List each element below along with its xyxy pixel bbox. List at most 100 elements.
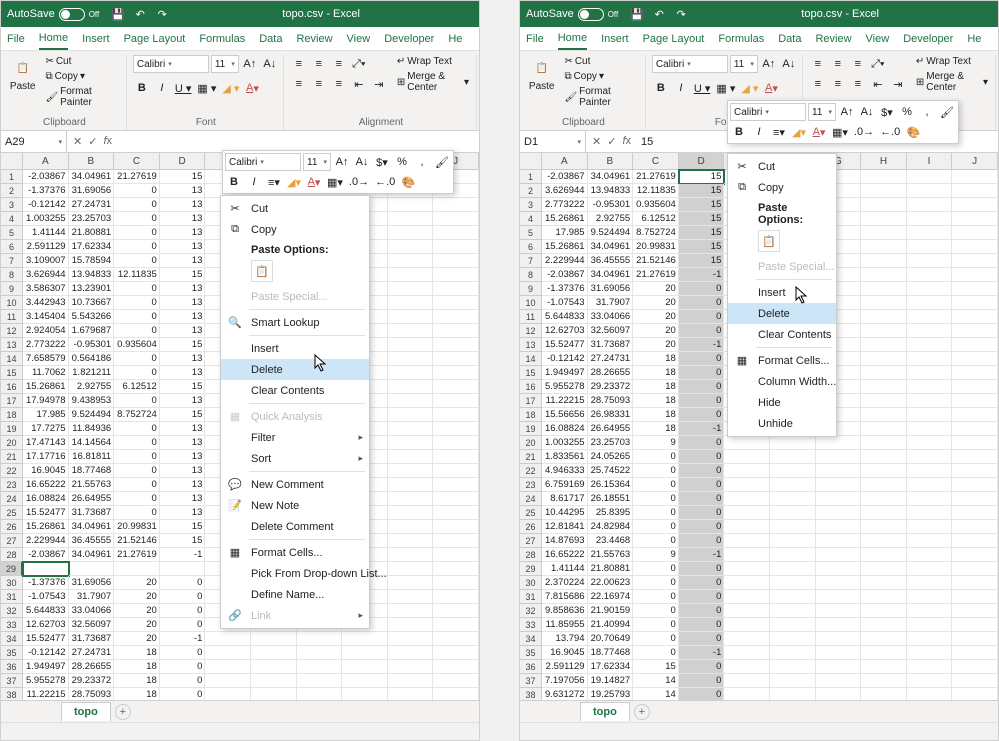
- cell[interactable]: 15.26861: [542, 212, 588, 226]
- cell[interactable]: [861, 632, 907, 646]
- add-sheet-button[interactable]: +: [115, 704, 131, 720]
- cell[interactable]: 31.73687: [69, 506, 115, 520]
- cell[interactable]: [861, 464, 907, 478]
- row-header[interactable]: 23: [1, 478, 23, 492]
- decrease-decimal-icon[interactable]: ←.0: [373, 173, 397, 191]
- cell[interactable]: 21.55763: [588, 548, 634, 562]
- cell[interactable]: 0: [633, 618, 679, 632]
- cell[interactable]: [388, 688, 434, 700]
- grow-font-icon[interactable]: A↑: [838, 103, 856, 121]
- cell[interactable]: [861, 646, 907, 660]
- cell[interactable]: 21.90159: [588, 604, 634, 618]
- cell[interactable]: [907, 590, 953, 604]
- ctx-format-cells[interactable]: ▦Format Cells...: [728, 350, 836, 371]
- row-header[interactable]: 36: [520, 660, 542, 674]
- cell[interactable]: 23.25703: [69, 212, 115, 226]
- comma-icon[interactable]: ,: [413, 153, 431, 171]
- font-color-button[interactable]: A▾: [305, 173, 323, 191]
- row-header[interactable]: 17: [520, 394, 542, 408]
- tab-formulas[interactable]: Formulas: [718, 29, 764, 49]
- cell[interactable]: 0: [679, 506, 725, 520]
- cell[interactable]: [724, 478, 770, 492]
- row-header[interactable]: 34: [1, 632, 23, 646]
- cell[interactable]: 28.75093: [69, 688, 115, 700]
- cell[interactable]: 20: [633, 338, 679, 352]
- enter-formula-icon[interactable]: ✓: [607, 135, 616, 148]
- cell[interactable]: [433, 562, 479, 576]
- ctx-link[interactable]: 🔗Link▸: [221, 605, 369, 626]
- cell[interactable]: 18: [633, 408, 679, 422]
- cell[interactable]: 21.80881: [588, 562, 634, 576]
- cell[interactable]: 26.64955: [69, 492, 115, 506]
- row-header[interactable]: 18: [520, 408, 542, 422]
- row-header[interactable]: 20: [520, 436, 542, 450]
- tab-formulas[interactable]: Formulas: [199, 29, 245, 49]
- cell[interactable]: [907, 478, 953, 492]
- cell[interactable]: 9.631272: [542, 688, 588, 700]
- cell[interactable]: 13: [160, 324, 206, 338]
- cell[interactable]: 7.815686: [542, 590, 588, 604]
- merge-center-button[interactable]: ⊞ Merge & Center ▾: [394, 70, 472, 94]
- cell[interactable]: [433, 520, 479, 534]
- cell[interactable]: 15.52477: [542, 338, 588, 352]
- cell[interactable]: [861, 268, 907, 282]
- wrap-text-button[interactable]: ↵ Wrap Text: [394, 55, 455, 68]
- cell[interactable]: 29.23372: [69, 674, 115, 688]
- shrink-font-icon[interactable]: A↓: [353, 153, 371, 171]
- cell[interactable]: -0.95301: [588, 198, 634, 212]
- cell[interactable]: -2.03867: [23, 170, 69, 184]
- shrink-font-icon[interactable]: A↓: [780, 55, 798, 73]
- cell[interactable]: [952, 240, 998, 254]
- cell[interactable]: 12.81841: [542, 520, 588, 534]
- cell[interactable]: [861, 506, 907, 520]
- cell[interactable]: [907, 268, 953, 282]
- italic-button[interactable]: I: [672, 79, 690, 97]
- ctx-define-name[interactable]: Define Name...: [221, 584, 369, 605]
- cell[interactable]: [770, 576, 816, 590]
- cell[interactable]: [952, 436, 998, 450]
- cell[interactable]: [907, 212, 953, 226]
- row-header[interactable]: 12: [1, 324, 23, 338]
- cell[interactable]: 20.70649: [588, 632, 634, 646]
- cell[interactable]: -0.12142: [23, 198, 69, 212]
- cell[interactable]: 0: [114, 366, 160, 380]
- cell[interactable]: 11.22215: [23, 688, 69, 700]
- ctx-paste-special[interactable]: Paste Special...: [728, 256, 836, 277]
- cell[interactable]: 18: [114, 674, 160, 688]
- cell[interactable]: 13: [160, 310, 206, 324]
- cell[interactable]: 8.752724: [114, 408, 160, 422]
- cell[interactable]: [907, 226, 953, 240]
- cell[interactable]: 26.98331: [588, 408, 634, 422]
- cell[interactable]: [816, 534, 862, 548]
- cell[interactable]: [770, 520, 816, 534]
- tab-insert[interactable]: Insert: [82, 29, 110, 49]
- cell[interactable]: 0: [679, 660, 725, 674]
- cell[interactable]: [952, 576, 998, 590]
- cell[interactable]: [907, 198, 953, 212]
- cell[interactable]: 28.26655: [588, 366, 634, 380]
- cell[interactable]: 13: [160, 478, 206, 492]
- ctx-unhide[interactable]: Unhide: [728, 413, 836, 434]
- ctx-delete[interactable]: Delete: [221, 359, 369, 380]
- cell[interactable]: -1.37376: [542, 282, 588, 296]
- col-header-A[interactable]: A: [23, 153, 69, 170]
- cell[interactable]: 27.24731: [588, 352, 634, 366]
- cell[interactable]: [952, 338, 998, 352]
- cell[interactable]: 20.99831: [633, 240, 679, 254]
- tab-help[interactable]: He: [967, 29, 981, 49]
- accounting-format-icon[interactable]: $▾: [878, 103, 896, 121]
- cell[interactable]: 34.04961: [69, 170, 115, 184]
- col-header-H[interactable]: H: [861, 153, 907, 170]
- cell[interactable]: 21.52146: [633, 254, 679, 268]
- row-header[interactable]: 7: [520, 254, 542, 268]
- cell[interactable]: 17.17716: [23, 450, 69, 464]
- cell[interactable]: 11.84936: [69, 422, 115, 436]
- cell[interactable]: [952, 310, 998, 324]
- cell[interactable]: 16.81811: [69, 450, 115, 464]
- cell[interactable]: [388, 646, 434, 660]
- paste-button[interactable]: 📋 Paste: [7, 55, 38, 94]
- cell[interactable]: 21.27619: [114, 548, 160, 562]
- cell[interactable]: -1: [160, 632, 206, 646]
- cell[interactable]: [388, 380, 434, 394]
- cell[interactable]: [907, 324, 953, 338]
